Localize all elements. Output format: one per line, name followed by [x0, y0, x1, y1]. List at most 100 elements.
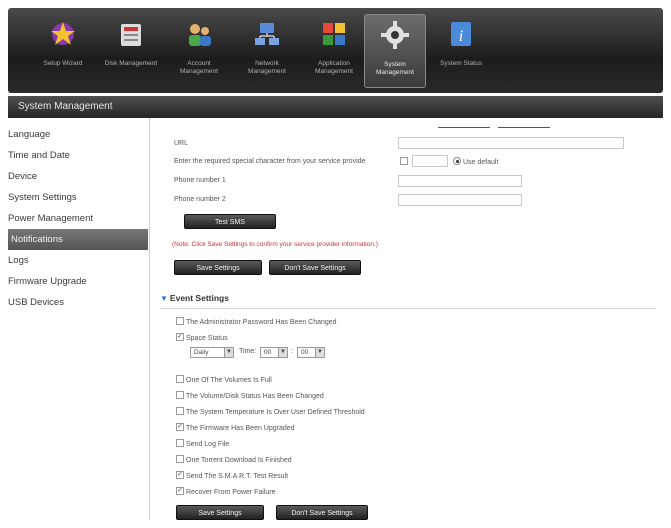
minute-value: 00 — [301, 349, 309, 356]
nav-label: Disk Management — [104, 60, 158, 67]
event-item[interactable]: ✓ Send The S.M.A.R.T. Test Result — [176, 471, 289, 480]
test-sms-button[interactable]: Test SMS — [184, 214, 276, 229]
nav-system-status[interactable]: i System Status — [430, 14, 492, 88]
special-char-checkbox[interactable] — [400, 157, 408, 165]
hour-select[interactable]: 00 ▼ — [260, 347, 288, 358]
divider — [160, 308, 656, 309]
event-label: Space Status — [186, 334, 228, 342]
event-checkbox[interactable] — [176, 317, 184, 325]
network-icon — [255, 23, 279, 45]
application-icon — [323, 23, 345, 45]
phone2-input[interactable] — [398, 194, 522, 206]
sidebar-item-power-management[interactable]: Power Management — [8, 208, 148, 229]
event-label: One Torrent Download Is Finished — [186, 456, 292, 464]
use-default-label: Use default — [463, 158, 499, 166]
nav-system-management[interactable]: System Management — [364, 14, 426, 88]
event-label: The Administrator Password Has Been Chan… — [186, 318, 337, 326]
event-item[interactable]: Send Log File — [176, 439, 230, 448]
sidebar-item-logs[interactable]: Logs — [8, 250, 148, 271]
event-settings-title: Event Settings — [169, 293, 229, 303]
event-item[interactable]: The Administrator Password Has Been Chan… — [176, 317, 337, 326]
nav-account-management[interactable]: Account Management — [168, 14, 230, 88]
save-note: (Note: Click Save Settings to confirm yo… — [172, 241, 378, 248]
event-item[interactable]: The System Temperature Is Over User Defi… — [176, 407, 365, 416]
frequency-value: Daily — [194, 349, 209, 356]
sidebar-item-device[interactable]: Device — [8, 166, 148, 187]
event-item[interactable]: One Torrent Download Is Finished — [176, 455, 292, 464]
use-default-radio[interactable] — [453, 157, 461, 165]
chevron-down-icon: ▼ — [315, 348, 324, 357]
special-char-label: Enter the required special character fro… — [174, 158, 366, 165]
chevron-down-icon: ▼ — [224, 348, 233, 357]
event-save-settings-button[interactable]: Save Settings — [176, 505, 264, 520]
hour-value: 00 — [264, 349, 272, 356]
event-item[interactable]: ✓ The Firmware Has Been Upgraded — [176, 423, 295, 432]
event-checkbox[interactable] — [176, 407, 184, 415]
notifications-panel: URL Enter the required special character… — [149, 118, 663, 520]
save-settings-button[interactable]: Save Settings — [174, 260, 262, 275]
sidebar-item-notifications[interactable]: Notifications — [8, 229, 148, 250]
top-navigation-bar: Setup Wizard Disk Management Account Man… — [8, 8, 663, 93]
use-default-option[interactable]: Use default — [453, 157, 499, 166]
phone1-label: Phone number 1 — [174, 177, 226, 184]
event-checkbox[interactable] — [176, 455, 184, 463]
wizard-icon — [51, 22, 75, 45]
event-label: The System Temperature Is Over User Defi… — [186, 408, 365, 416]
sidebar-item-system-settings[interactable]: System Settings — [8, 187, 148, 208]
event-label: One Of The Volumes Is Full — [186, 376, 272, 384]
event-checkbox[interactable] — [176, 439, 184, 447]
svg-text:i: i — [459, 28, 463, 45]
url-label: URL — [174, 140, 189, 147]
nav-network-management[interactable]: Network Management — [236, 14, 298, 88]
event-checkbox[interactable]: ✓ — [176, 333, 184, 341]
event-item[interactable]: ✓ Recover From Power Failure — [176, 487, 276, 496]
event-item[interactable]: ✓ Space Status — [176, 333, 228, 342]
phone2-label: Phone number 2 — [174, 196, 226, 203]
minute-select[interactable]: 00 ▼ — [297, 347, 325, 358]
nav-label: Setup Wizard — [43, 60, 83, 67]
nav-setup-wizard[interactable]: Setup Wizard — [32, 14, 94, 88]
nav-label: Account Management — [180, 60, 218, 75]
special-char-input[interactable] — [412, 155, 448, 167]
info-icon: i — [451, 22, 471, 46]
event-label: Send The S.M.A.R.T. Test Result — [186, 472, 289, 480]
event-checkbox[interactable] — [176, 375, 184, 383]
event-item[interactable]: The Volume/Disk Status Has Been Changed — [176, 391, 324, 400]
event-checkbox[interactable] — [176, 391, 184, 399]
dont-save-settings-button[interactable]: Don't Save Settings — [269, 260, 361, 275]
event-label: Recover From Power Failure — [186, 488, 276, 496]
nav-label: Network Management — [248, 60, 286, 75]
event-label: The Firmware Has Been Upgraded — [186, 424, 295, 432]
nav-disk-management[interactable]: Disk Management — [100, 14, 162, 88]
event-item[interactable]: One Of The Volumes Is Full — [176, 375, 272, 384]
nas-admin-window: Setup Wizard Disk Management Account Man… — [0, 0, 671, 528]
sidebar-item-language[interactable]: Language — [8, 124, 148, 145]
time-label: Time: — [239, 348, 257, 355]
account-icon — [189, 24, 211, 46]
nav-application-management[interactable]: Application Management — [303, 14, 365, 88]
nav-label: System Management — [376, 61, 414, 76]
chevron-down-icon: ▼ — [278, 348, 287, 357]
event-checkbox[interactable]: ✓ — [176, 487, 184, 495]
event-checkbox[interactable]: ✓ — [176, 471, 184, 479]
sidebar-item-time-and-date[interactable]: Time and Date — [8, 145, 148, 166]
collapse-triangle-icon: ▼ — [160, 294, 168, 303]
url-input[interactable] — [398, 137, 624, 149]
event-label: The Volume/Disk Status Has Been Changed — [186, 392, 324, 400]
event-settings-header[interactable]: ▼ Event Settings — [160, 293, 229, 303]
frequency-select[interactable]: Daily ▼ — [190, 347, 234, 358]
sidebar-item-firmware-upgrade[interactable]: Firmware Upgrade — [8, 271, 148, 292]
sidebar-item-usb-devices[interactable]: USB Devices — [8, 292, 148, 313]
divider — [498, 127, 550, 128]
event-checkbox[interactable]: ✓ — [176, 423, 184, 431]
event-label: Send Log File — [186, 440, 230, 448]
system-gear-icon — [381, 21, 409, 49]
disk-icon — [121, 24, 141, 46]
event-dont-save-settings-button[interactable]: Don't Save Settings — [276, 505, 368, 520]
divider — [438, 127, 490, 128]
phone1-input[interactable] — [398, 175, 522, 187]
time-separator: : — [291, 348, 293, 355]
sidebar: Language Time and Date Device System Set… — [8, 124, 148, 520]
page-title: System Management — [8, 96, 663, 118]
nav-label: Application Management — [315, 60, 353, 75]
